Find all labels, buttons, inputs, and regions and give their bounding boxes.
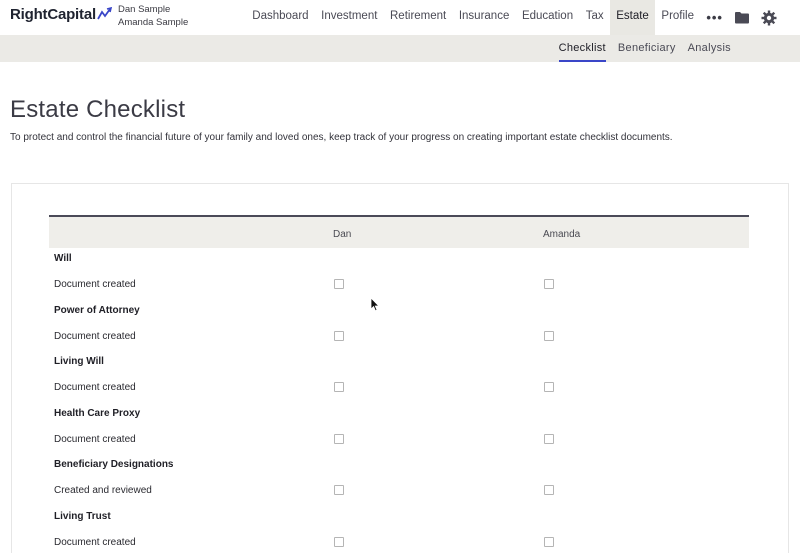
tab-beneficiary[interactable]: Beneficiary <box>618 35 676 62</box>
page-description: To protect and control the financial fut… <box>10 132 673 143</box>
checkbox-will-amanda[interactable] <box>544 279 554 289</box>
column-header-dan: Dan <box>333 229 352 240</box>
section-title-health-care-proxy: Health Care Proxy <box>54 408 141 419</box>
nav-estate[interactable]: Estate <box>609 0 656 35</box>
checkbox-living-will-amanda[interactable] <box>544 382 554 392</box>
section-title-living-will: Living Will <box>54 356 104 367</box>
logo-arrow-icon <box>97 6 113 19</box>
section-title-power-of-attorney: Power of Attorney <box>54 305 140 316</box>
nav-dashboard[interactable]: Dashboard <box>246 0 315 35</box>
row-label-living-trust: Document created <box>54 537 136 548</box>
section-title-beneficiary-designations: Beneficiary Designations <box>54 459 174 470</box>
top-navbar: RightCapital Dan Sample Amanda Sample Da… <box>0 0 800 35</box>
checkbox-health-care-proxy-dan[interactable] <box>334 434 344 444</box>
main-nav: Dashboard Investment Retirement Insuranc… <box>246 0 783 35</box>
nav-retirement[interactable]: Retirement <box>384 0 453 35</box>
tab-checklist[interactable]: Checklist <box>558 35 607 62</box>
mouse-cursor-icon <box>370 297 380 317</box>
row-label-power-of-attorney: Document created <box>54 331 136 342</box>
checkbox-health-care-proxy-amanda[interactable] <box>544 434 554 444</box>
household-users[interactable]: Dan Sample Amanda Sample <box>118 3 188 29</box>
nav-profile[interactable]: Profile <box>655 0 700 35</box>
checkbox-beneficiary-designations-dan[interactable] <box>334 485 344 495</box>
checkbox-beneficiary-designations-amanda[interactable] <box>544 485 554 495</box>
nav-insurance[interactable]: Insurance <box>453 0 516 35</box>
row-label-living-will: Document created <box>54 382 136 393</box>
section-title-will: Will <box>54 253 72 264</box>
nav-investment[interactable]: Investment <box>315 0 384 35</box>
nav-tax[interactable]: Tax <box>579 0 610 35</box>
checkbox-living-trust-dan[interactable] <box>334 537 344 547</box>
brand-name: RightCapital <box>10 6 96 23</box>
folder-icon[interactable] <box>729 0 756 35</box>
checkbox-power-of-attorney-amanda[interactable] <box>544 331 554 341</box>
user-name-primary: Dan Sample <box>118 4 171 15</box>
row-label-health-care-proxy: Document created <box>54 434 136 445</box>
ellipsis-icon[interactable]: ••• <box>700 3 729 33</box>
nav-education[interactable]: Education <box>516 0 580 35</box>
checkbox-power-of-attorney-dan[interactable] <box>334 331 344 341</box>
gear-icon[interactable] <box>756 0 783 35</box>
section-title-living-trust: Living Trust <box>54 511 111 522</box>
checkbox-living-will-dan[interactable] <box>334 382 344 392</box>
user-name-spouse: Amanda Sample <box>118 17 189 28</box>
brand-logo[interactable]: RightCapital <box>10 6 113 23</box>
row-label-will: Document created <box>54 279 136 290</box>
page-title: Estate Checklist <box>10 96 186 123</box>
column-header-amanda: Amanda <box>543 229 581 240</box>
row-label-beneficiary-designations: Created and reviewed <box>54 485 152 496</box>
table-header: Dan Amanda <box>49 215 749 248</box>
estate-tabs: Checklist Beneficiary Analysis <box>547 35 731 62</box>
sub-navbar: Checklist Beneficiary Analysis <box>0 35 800 62</box>
checkbox-will-dan[interactable] <box>334 279 344 289</box>
tab-analysis[interactable]: Analysis <box>688 35 731 62</box>
checkbox-living-trust-amanda[interactable] <box>544 537 554 547</box>
